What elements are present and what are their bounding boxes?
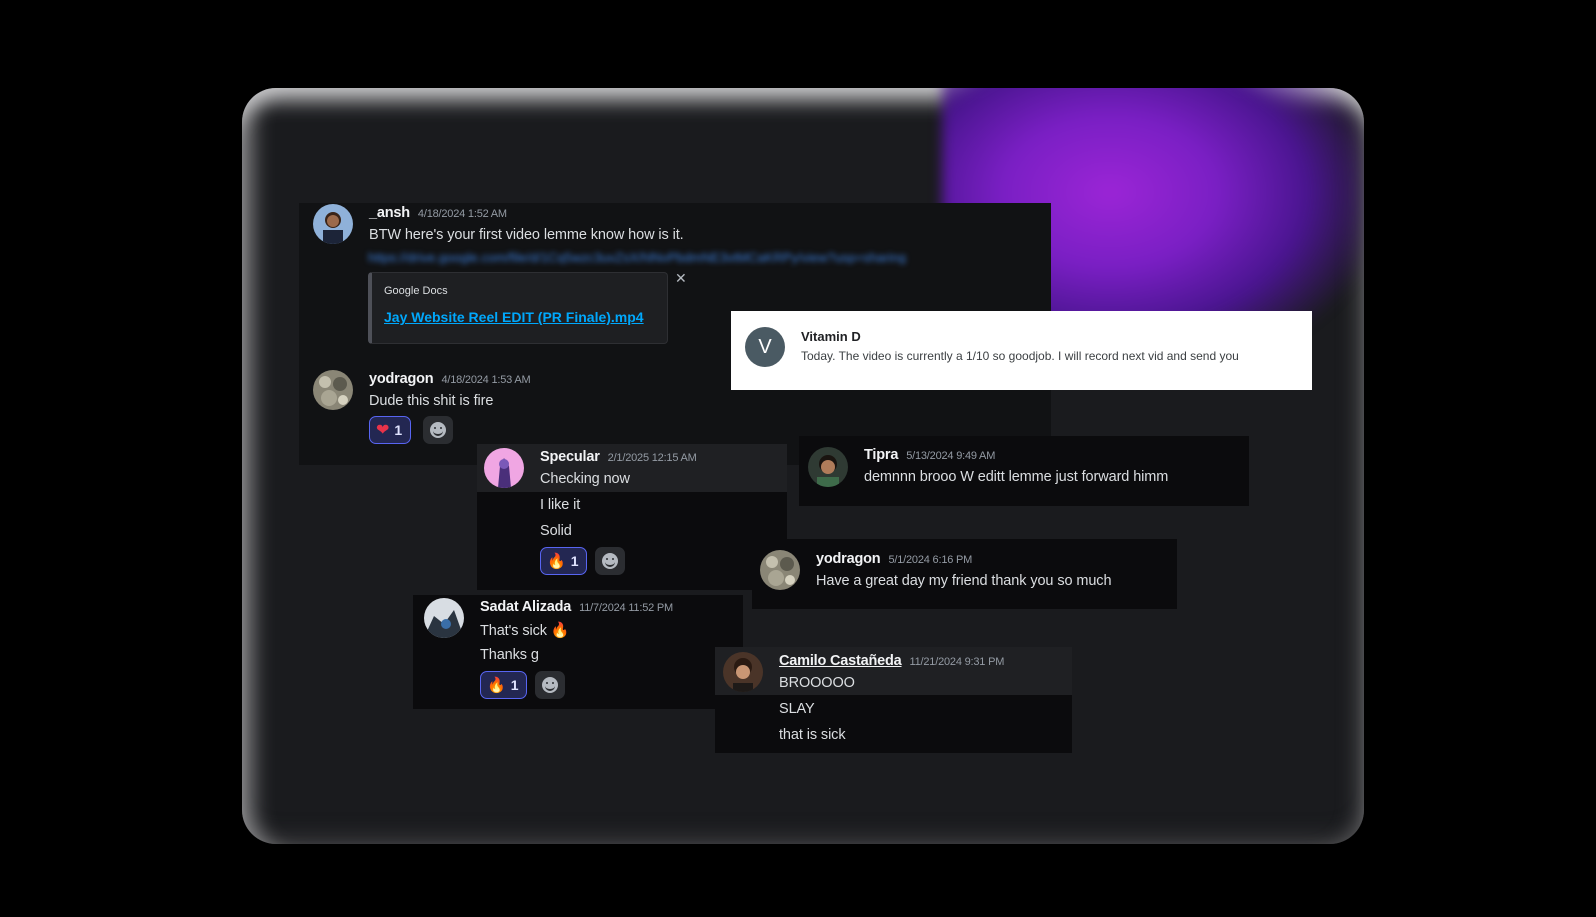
smile-icon xyxy=(430,422,446,438)
username[interactable]: _ansh 4/18/2024 1:52 AM xyxy=(369,205,507,221)
message-text: Have a great day my friend thank you so … xyxy=(816,573,1112,589)
reaction-count: 1 xyxy=(510,677,519,693)
close-icon[interactable]: ✕ xyxy=(675,270,687,287)
reaction-count: 1 xyxy=(570,553,579,569)
timestamp: 4/18/2024 1:53 AM xyxy=(441,374,531,386)
link-embed: Google Docs Jay Website Reel EDIT (PR Fi… xyxy=(368,272,668,344)
username-text[interactable]: Camilo Castañeda xyxy=(779,653,902,669)
message-text: BROOOOO xyxy=(779,675,855,691)
smile-icon xyxy=(542,677,558,693)
avatar-camilo[interactable] xyxy=(723,652,763,692)
username[interactable]: yodragon 4/18/2024 1:53 AM xyxy=(369,371,531,387)
username-text[interactable]: yodragon xyxy=(369,371,434,387)
embed-provider: Google Docs xyxy=(384,285,448,297)
message-text: BTW here's your first video lemme know h… xyxy=(369,227,684,243)
username-text[interactable]: Sadat Alizada xyxy=(480,599,571,615)
fire-icon: 🔥 xyxy=(487,677,506,694)
reaction-heart[interactable]: ❤ 1 xyxy=(369,416,412,444)
avatar-yodragon[interactable] xyxy=(313,370,353,410)
avatar-specular[interactable] xyxy=(484,448,524,488)
username-text[interactable]: _ansh xyxy=(369,205,410,221)
username[interactable]: Camilo Castañeda 11/21/2024 9:31 PM xyxy=(779,653,1004,669)
notification-avatar: V xyxy=(745,327,785,367)
message-text: Solid xyxy=(540,523,572,539)
timestamp: 5/13/2024 9:49 AM xyxy=(906,450,996,462)
heart-icon: ❤ xyxy=(376,422,390,439)
username-text[interactable]: Tipra xyxy=(864,447,898,463)
username[interactable]: yodragon 5/1/2024 6:16 PM xyxy=(816,551,972,567)
message-text: Checking now xyxy=(540,471,630,487)
message-text-content: That's sick xyxy=(480,623,547,639)
username-text[interactable]: yodragon xyxy=(816,551,881,567)
reaction-fire[interactable]: 🔥 1 xyxy=(540,547,588,575)
embed-title-link[interactable]: Jay Website Reel EDIT (PR Finale).mp4 xyxy=(384,309,644,325)
message-text: Thanks g xyxy=(480,647,539,663)
add-reaction-button[interactable] xyxy=(535,671,565,699)
username[interactable]: Specular 2/1/2025 12:15 AM xyxy=(540,449,697,465)
username[interactable]: Sadat Alizada 11/7/2024 11:52 PM xyxy=(480,599,673,615)
message-text: That's sick 🔥 xyxy=(480,621,570,639)
reaction-fire[interactable]: 🔥 1 xyxy=(480,671,528,699)
message-text: SLAY xyxy=(779,701,815,717)
reaction-count: 1 xyxy=(394,422,403,438)
timestamp: 2/1/2025 12:15 AM xyxy=(607,452,697,464)
message-text: demnnn brooo W editt lemme just forward … xyxy=(864,469,1169,485)
avatar-sadat[interactable] xyxy=(424,598,464,638)
message-text: I like it xyxy=(540,497,581,513)
notification-sender: Vitamin D xyxy=(801,329,861,344)
timestamp: 4/18/2024 1:52 AM xyxy=(417,208,507,220)
fire-icon: 🔥 xyxy=(550,622,570,639)
timestamp: 5/1/2024 6:16 PM xyxy=(888,554,973,566)
fire-icon: 🔥 xyxy=(547,553,566,570)
add-reaction-button[interactable] xyxy=(423,416,453,444)
username-text[interactable]: Specular xyxy=(540,449,600,465)
notification-text: Today. The video is currently a 1/10 so … xyxy=(801,349,1239,363)
avatar-yodragon[interactable] xyxy=(760,550,800,590)
username[interactable]: Tipra 5/13/2024 9:49 AM xyxy=(864,447,995,463)
add-reaction-button[interactable] xyxy=(595,547,625,575)
drive-link[interactable]: https://drive.google.com/file/d/1Cq5wzc3… xyxy=(368,250,1004,264)
message-text: Dude this shit is fire xyxy=(369,393,494,409)
timestamp: 11/21/2024 9:31 PM xyxy=(909,656,1005,668)
vitamin-d-notification[interactable]: V Vitamin D Today. The video is currentl… xyxy=(731,311,1312,390)
avatar-tipra[interactable] xyxy=(808,447,848,487)
timestamp: 11/7/2024 11:52 PM xyxy=(579,602,673,614)
message-text: that is sick xyxy=(779,727,846,743)
avatar-ansh[interactable] xyxy=(313,204,353,244)
smile-icon xyxy=(602,553,618,569)
